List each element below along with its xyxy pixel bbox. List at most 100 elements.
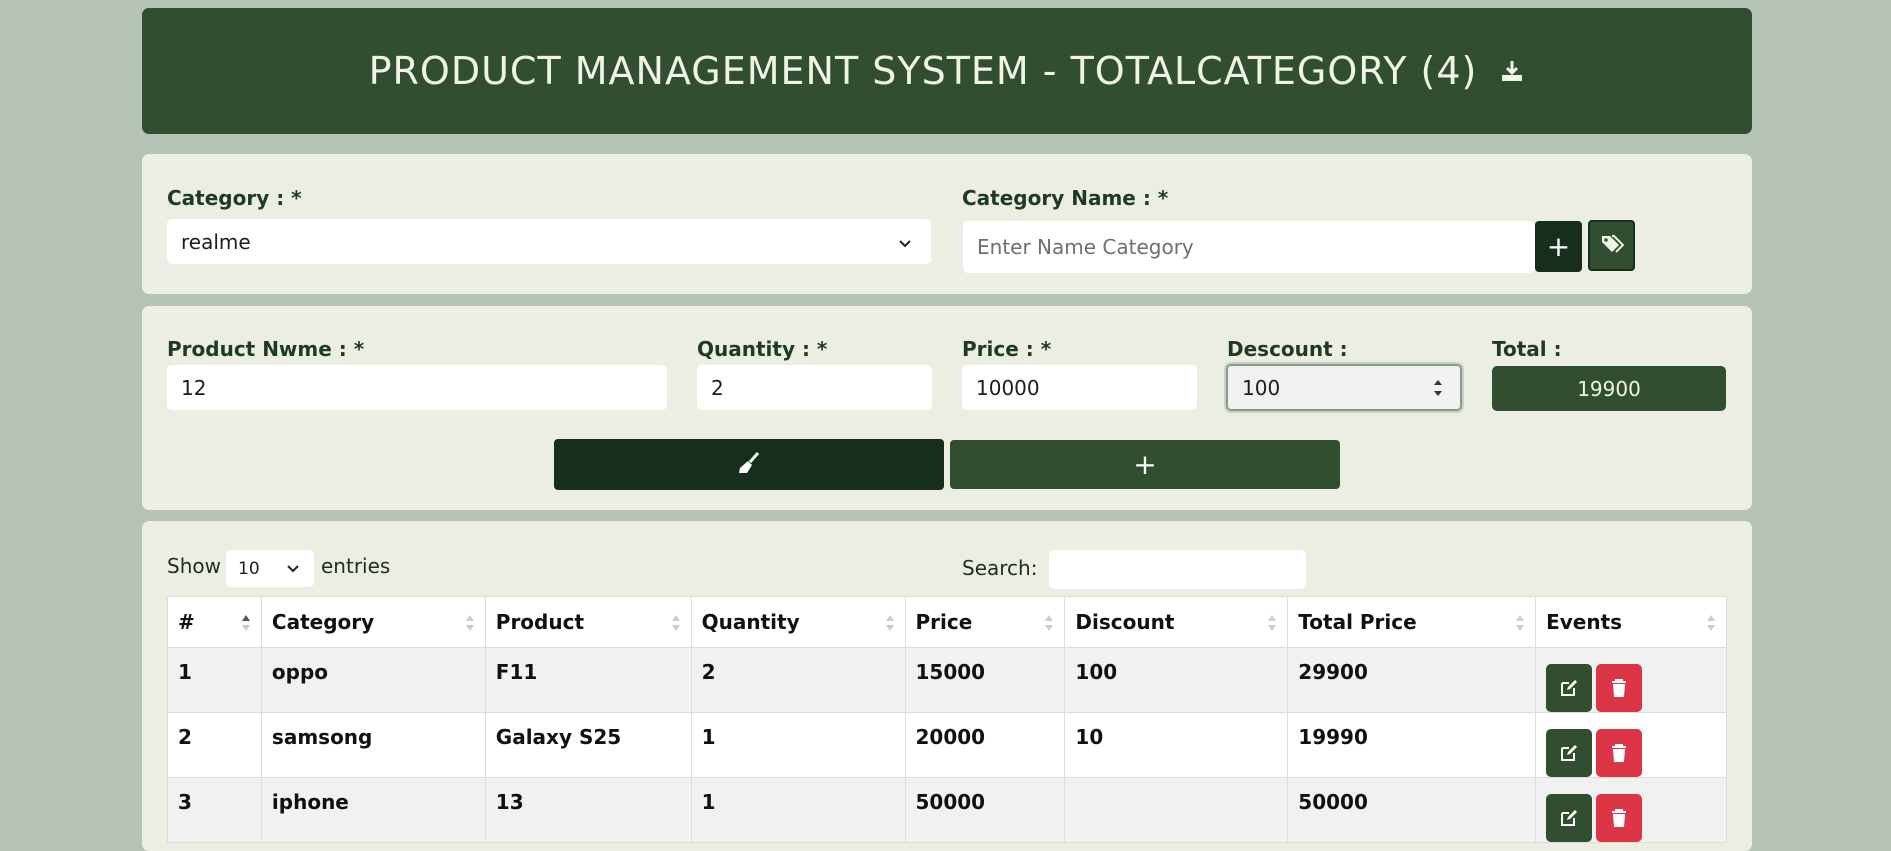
column-header-discount[interactable]: Discount bbox=[1064, 596, 1289, 648]
cell-discount bbox=[1064, 777, 1289, 843]
column-header-total-price[interactable]: Total Price bbox=[1287, 596, 1537, 648]
cell-discount: 10 bbox=[1064, 712, 1289, 778]
search-label: Search: bbox=[962, 556, 1038, 580]
category-name-input[interactable]: Enter Name Category bbox=[963, 221, 1535, 273]
entries-select-value: 10 bbox=[238, 558, 260, 579]
delete-button[interactable] bbox=[1596, 664, 1643, 712]
edit-icon bbox=[1561, 745, 1578, 761]
entries-label: entries bbox=[321, 554, 391, 578]
category-name-label: Category Name : * bbox=[962, 186, 1169, 210]
sort-icon bbox=[1706, 612, 1716, 634]
total-label: Total : bbox=[1492, 337, 1562, 361]
sort-icon bbox=[885, 612, 895, 634]
product-name-label: Product Nwme : * bbox=[167, 337, 365, 361]
product-name-input[interactable]: 12 bbox=[167, 365, 667, 410]
edit-button[interactable] bbox=[1546, 664, 1593, 712]
cell-events bbox=[1535, 647, 1727, 713]
cell-quantity: 1 bbox=[690, 777, 906, 843]
sort-icon bbox=[1267, 612, 1277, 634]
discount-value: 100 bbox=[1242, 375, 1281, 400]
cell-category: oppo bbox=[260, 647, 486, 713]
quantity-input[interactable]: 2 bbox=[697, 365, 932, 410]
chevron-down-icon bbox=[286, 561, 300, 581]
cell-product: 13 bbox=[484, 777, 692, 843]
cell-number: 3 bbox=[167, 777, 262, 843]
edit-button[interactable] bbox=[1546, 794, 1593, 842]
total-value: 19900 bbox=[1492, 366, 1726, 411]
add-product-label: + bbox=[1133, 448, 1157, 481]
column-header-quantity[interactable]: Quantity bbox=[690, 596, 906, 648]
quantity-value: 2 bbox=[711, 375, 724, 400]
download-icon[interactable] bbox=[1499, 58, 1525, 84]
search-input[interactable] bbox=[1049, 550, 1306, 589]
cell-quantity: 2 bbox=[690, 647, 906, 713]
price-value: 10000 bbox=[976, 375, 1040, 400]
sort-icon bbox=[671, 612, 681, 634]
cell-price: 15000 bbox=[904, 647, 1066, 713]
cell-events bbox=[1535, 777, 1727, 843]
cell-number: 2 bbox=[167, 712, 262, 778]
edit-button[interactable] bbox=[1546, 729, 1593, 777]
column-header-events[interactable]: Events bbox=[1535, 596, 1727, 648]
category-select-value: realme bbox=[181, 229, 251, 254]
cell-price: 20000 bbox=[904, 712, 1066, 778]
cell-quantity: 1 bbox=[690, 712, 906, 778]
add-category-button[interactable]: + bbox=[1535, 221, 1582, 272]
trash-icon bbox=[1612, 809, 1627, 827]
table-header-row: # Category Product Quantity Price Discou… bbox=[167, 596, 1727, 648]
column-header-price[interactable]: Price bbox=[904, 596, 1066, 648]
categories-tag-button[interactable] bbox=[1588, 220, 1635, 271]
cell-product: Galaxy S25 bbox=[484, 712, 692, 778]
trash-icon bbox=[1612, 744, 1627, 762]
column-header-label: # bbox=[178, 610, 195, 634]
cell-category: samsong bbox=[260, 712, 486, 778]
sort-icon bbox=[1515, 612, 1525, 634]
column-header-label: Discount bbox=[1075, 610, 1175, 634]
quantity-label: Quantity : * bbox=[697, 337, 828, 361]
column-header-product[interactable]: Product bbox=[484, 596, 692, 648]
category-select[interactable]: realme bbox=[167, 219, 931, 264]
total-value-text: 19900 bbox=[1577, 376, 1641, 401]
broom-icon bbox=[736, 450, 762, 480]
cell-total-price: 29900 bbox=[1287, 647, 1537, 713]
cell-total-price: 50000 bbox=[1287, 777, 1537, 843]
sort-icon bbox=[1044, 612, 1054, 634]
column-header-label: Product bbox=[495, 610, 585, 634]
add-product-button[interactable]: + bbox=[950, 440, 1340, 489]
edit-icon bbox=[1561, 680, 1578, 696]
add-category-label: + bbox=[1546, 230, 1571, 263]
clear-button[interactable] bbox=[554, 439, 944, 490]
column-header-number[interactable]: # bbox=[167, 596, 262, 648]
page-title: PRODUCT MANAGEMENT SYSTEM - TOTALCATEGOR… bbox=[368, 49, 1478, 93]
sort-asc-icon bbox=[241, 612, 251, 634]
delete-button[interactable] bbox=[1596, 794, 1643, 842]
delete-button[interactable] bbox=[1596, 729, 1643, 777]
column-header-label: Price bbox=[915, 610, 973, 634]
product-name-value: 12 bbox=[181, 375, 207, 400]
column-header-label: Category bbox=[271, 610, 375, 634]
category-label: Category : * bbox=[167, 186, 302, 210]
cell-events bbox=[1535, 712, 1727, 778]
cell-total-price: 19990 bbox=[1287, 712, 1537, 778]
chevron-down-icon bbox=[897, 233, 913, 257]
column-header-label: Events bbox=[1546, 610, 1623, 634]
trash-icon bbox=[1612, 679, 1627, 697]
table-row: 2 samsong Galaxy S25 1 20000 10 19990 bbox=[167, 712, 1727, 778]
show-label: Show bbox=[167, 554, 221, 578]
table-row: 3 iphone 13 1 50000 50000 bbox=[167, 777, 1727, 843]
cell-category: iphone bbox=[260, 777, 486, 843]
column-header-category[interactable]: Category bbox=[260, 596, 486, 648]
cell-price: 50000 bbox=[904, 777, 1066, 843]
discount-label: Descount : bbox=[1227, 337, 1348, 361]
number-spinner-icon[interactable] bbox=[1432, 377, 1444, 404]
category-name-placeholder: Enter Name Category bbox=[977, 235, 1194, 259]
edit-icon bbox=[1561, 810, 1578, 826]
column-header-label: Quantity bbox=[701, 610, 800, 634]
cell-product: F11 bbox=[484, 647, 692, 713]
tags-icon bbox=[1600, 234, 1624, 258]
column-header-label: Total Price bbox=[1298, 610, 1417, 634]
price-input[interactable]: 10000 bbox=[962, 365, 1197, 410]
cell-discount: 100 bbox=[1064, 647, 1289, 713]
entries-select[interactable]: 10 bbox=[226, 550, 314, 587]
discount-input[interactable]: 100 bbox=[1226, 364, 1462, 411]
